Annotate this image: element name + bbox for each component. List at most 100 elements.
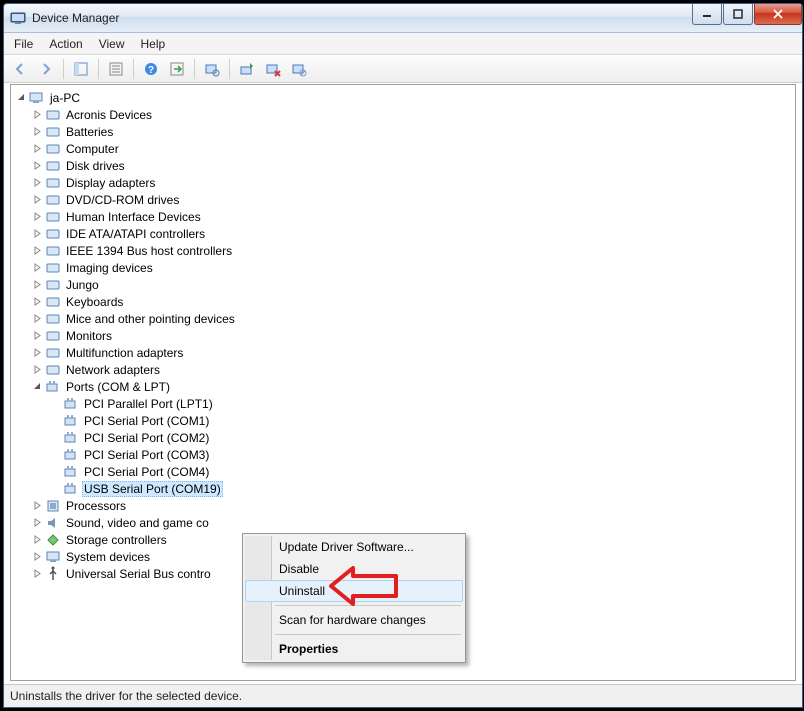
uninstall-driver-button[interactable] xyxy=(261,57,285,81)
toolbar-separator xyxy=(133,59,134,79)
expand-icon[interactable] xyxy=(31,262,43,274)
ctx-update-driver[interactable]: Update Driver Software... xyxy=(245,536,463,558)
device-icon xyxy=(45,107,61,123)
menu-file[interactable]: File xyxy=(6,35,41,53)
expand-icon[interactable] xyxy=(31,313,43,325)
tree-item[interactable]: IEEE 1394 Bus host controllers xyxy=(31,242,793,259)
back-button[interactable] xyxy=(8,57,32,81)
close-button[interactable] xyxy=(754,4,802,25)
expand-icon[interactable] xyxy=(31,551,43,563)
properties-button[interactable] xyxy=(104,57,128,81)
tree-item-label: Storage controllers xyxy=(64,533,169,547)
expand-icon[interactable] xyxy=(31,126,43,138)
expand-icon[interactable] xyxy=(31,143,43,155)
tree-item-label: DVD/CD-ROM drives xyxy=(64,193,181,207)
expand-icon[interactable] xyxy=(31,177,43,189)
tree-item-label: Monitors xyxy=(64,329,114,343)
ctx-disable[interactable]: Disable xyxy=(245,558,463,580)
tree-item[interactable]: PCI Parallel Port (LPT1) xyxy=(49,395,793,412)
tree-item[interactable]: Display adapters xyxy=(31,174,793,191)
tree-item-label: IEEE 1394 Bus host controllers xyxy=(64,244,234,258)
toolbar-separator xyxy=(229,59,230,79)
tree-item[interactable]: Mice and other pointing devices xyxy=(31,310,793,327)
tree-item-label: PCI Serial Port (COM1) xyxy=(82,414,211,428)
tree-item[interactable]: Network adapters xyxy=(31,361,793,378)
tree-item[interactable]: IDE ATA/ATAPI controllers xyxy=(31,225,793,242)
device-icon xyxy=(45,243,61,259)
tree-item[interactable]: Disk drives xyxy=(31,157,793,174)
expand-icon[interactable] xyxy=(31,228,43,240)
expand-icon[interactable] xyxy=(31,279,43,291)
computer-icon xyxy=(29,90,45,106)
tree-item-label: Keyboards xyxy=(64,295,125,309)
tree-item-label: PCI Serial Port (COM4) xyxy=(82,465,211,479)
tree-item-label: Disk drives xyxy=(64,159,127,173)
tree-item[interactable]: Monitors xyxy=(31,327,793,344)
tree-item[interactable]: Sound, video and game co xyxy=(31,514,793,531)
device-icon xyxy=(45,192,61,208)
ctx-uninstall[interactable]: Uninstall xyxy=(245,580,463,602)
collapse-icon[interactable] xyxy=(15,92,27,104)
device-icon xyxy=(45,379,61,395)
expand-icon[interactable] xyxy=(31,194,43,206)
tree-item-label: Human Interface Devices xyxy=(64,210,203,224)
tree-item[interactable]: Batteries xyxy=(31,123,793,140)
expand-icon[interactable] xyxy=(31,245,43,257)
tree-item[interactable]: Multifunction adapters xyxy=(31,344,793,361)
tree-item[interactable]: PCI Serial Port (COM4) xyxy=(49,463,793,480)
expand-icon[interactable] xyxy=(31,568,43,580)
tree-item[interactable]: Computer xyxy=(31,140,793,157)
tree-item-label: Ports (COM & LPT) xyxy=(64,380,172,394)
status-bar: Uninstalls the driver for the selected d… xyxy=(4,684,802,707)
tree-item[interactable]: Keyboards xyxy=(31,293,793,310)
menu-view[interactable]: View xyxy=(91,35,133,53)
ctx-properties[interactable]: Properties xyxy=(245,638,463,660)
menu-action[interactable]: Action xyxy=(41,35,90,53)
app-icon xyxy=(10,10,26,26)
show-hide-tree-button[interactable] xyxy=(69,57,93,81)
tree-item[interactable]: PCI Serial Port (COM1) xyxy=(49,412,793,429)
expand-icon[interactable] xyxy=(31,160,43,172)
tree-item[interactable]: PCI Serial Port (COM2) xyxy=(49,429,793,446)
tree-item[interactable]: Human Interface Devices xyxy=(31,208,793,225)
tree-item[interactable]: PCI Serial Port (COM3) xyxy=(49,446,793,463)
tree-item-label: Mice and other pointing devices xyxy=(64,312,237,326)
help-button[interactable]: ? xyxy=(139,57,163,81)
context-menu: Update Driver Software... Disable Uninst… xyxy=(242,533,466,663)
tree-item-label: Imaging devices xyxy=(64,261,155,275)
expand-icon[interactable] xyxy=(31,296,43,308)
expand-icon[interactable] xyxy=(31,211,43,223)
tree-item[interactable]: Imaging devices xyxy=(31,259,793,276)
context-menu-separator xyxy=(275,605,461,606)
menu-help[interactable]: Help xyxy=(133,35,174,53)
maximize-button[interactable] xyxy=(723,4,753,25)
expand-icon[interactable] xyxy=(31,381,43,393)
tree-item[interactable]: Jungo xyxy=(31,276,793,293)
forward-button[interactable] xyxy=(34,57,58,81)
go-button[interactable] xyxy=(165,57,189,81)
tree-item[interactable]: USB Serial Port (COM19) xyxy=(49,480,793,497)
spacer xyxy=(49,398,61,410)
expand-icon[interactable] xyxy=(31,109,43,121)
tree-item[interactable]: DVD/CD-ROM drives xyxy=(31,191,793,208)
tree-item[interactable]: Processors xyxy=(31,497,793,514)
device-icon xyxy=(45,294,61,310)
expand-icon[interactable] xyxy=(31,517,43,529)
scan-button[interactable] xyxy=(200,57,224,81)
expand-icon[interactable] xyxy=(31,364,43,376)
tree-item-label: Network adapters xyxy=(64,363,162,377)
expand-icon[interactable] xyxy=(31,500,43,512)
tree-item-label: Processors xyxy=(64,499,128,513)
expand-icon[interactable] xyxy=(31,330,43,342)
update-driver-button[interactable] xyxy=(235,57,259,81)
expand-icon[interactable] xyxy=(31,534,43,546)
device-icon xyxy=(45,532,61,548)
ctx-scan[interactable]: Scan for hardware changes xyxy=(245,609,463,631)
device-icon xyxy=(45,515,61,531)
disable-button[interactable] xyxy=(287,57,311,81)
tree-item[interactable]: Ports (COM & LPT) xyxy=(31,378,793,395)
tree-item[interactable]: Acronis Devices xyxy=(31,106,793,123)
expand-icon[interactable] xyxy=(31,347,43,359)
minimize-button[interactable] xyxy=(692,4,722,25)
tree-root[interactable]: ja-PC xyxy=(13,89,793,106)
